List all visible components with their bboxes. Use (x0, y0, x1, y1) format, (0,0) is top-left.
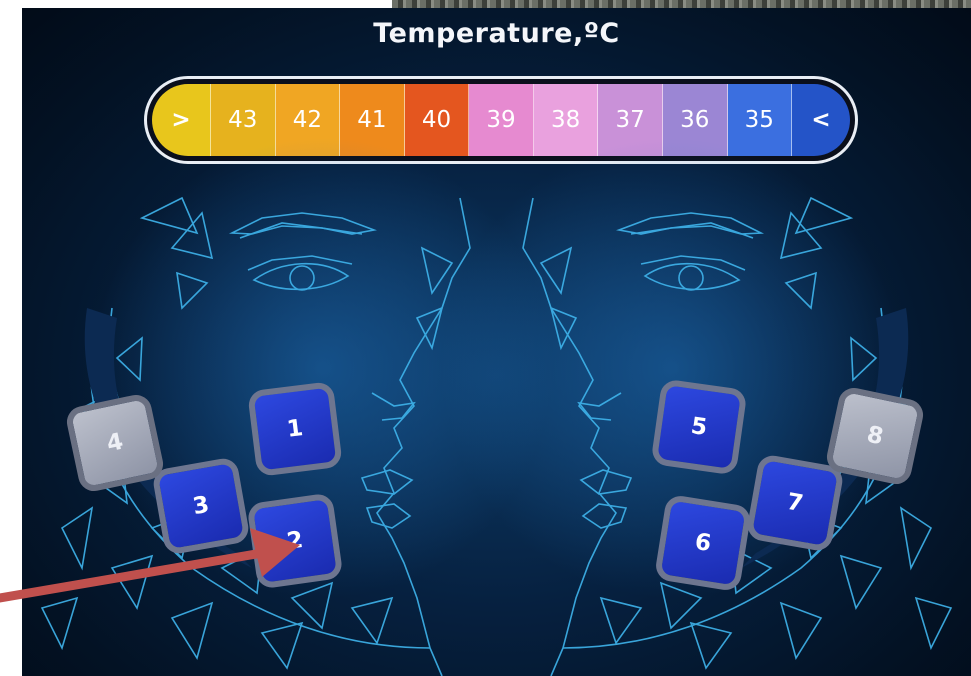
zone-button-2[interactable]: 2 (246, 492, 344, 590)
device-screen: Temperature,ºC > 43 42 41 40 39 38 37 36… (22, 8, 971, 676)
zone-button-8[interactable]: 8 (823, 384, 927, 488)
zone-button-5[interactable]: 5 (650, 378, 748, 476)
zone-button-1[interactable]: 1 (247, 381, 343, 477)
zone-button-3[interactable]: 3 (151, 456, 251, 556)
zone-button-4[interactable]: 4 (63, 391, 167, 495)
zone-button-6[interactable]: 6 (653, 493, 753, 593)
zone-button-7[interactable]: 7 (745, 453, 845, 553)
face-mesh-illustration (40, 138, 953, 676)
